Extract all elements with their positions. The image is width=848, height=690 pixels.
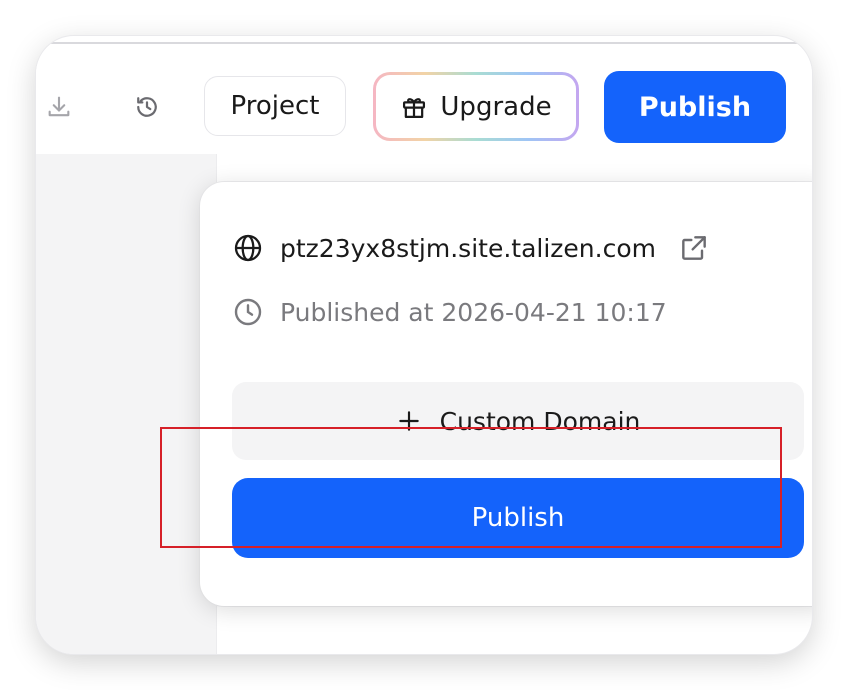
gift-icon <box>403 97 426 118</box>
download-button[interactable] <box>41 89 77 125</box>
site-url: ptz23yx8stjm.site.talizen.com <box>280 233 656 263</box>
clock-icon <box>234 298 262 326</box>
upgrade-button-label: Upgrade <box>440 91 552 122</box>
app-window: Project Upgrade Publish ptz23yx8stjm.sit… <box>36 36 812 654</box>
history-icon <box>137 97 157 117</box>
publish-top-button[interactable]: Publish <box>604 71 786 143</box>
upgrade-button-inner: Upgrade <box>376 75 576 138</box>
upgrade-button[interactable]: Upgrade <box>373 72 579 141</box>
globe-icon <box>234 234 262 262</box>
external-link-icon <box>682 236 706 260</box>
download-icon <box>48 96 70 117</box>
project-button-label: Project <box>230 91 320 121</box>
project-button[interactable]: Project <box>204 76 346 136</box>
published-time: Published at 2026-04-21 10:17 <box>280 297 667 327</box>
site-url-row: ptz23yx8stjm.site.talizen.com <box>232 232 710 264</box>
top-toolbar: Project Upgrade Publish <box>36 44 812 154</box>
publish-top-label: Publish <box>638 91 752 123</box>
left-panel <box>36 154 217 654</box>
highlight-box <box>160 427 782 548</box>
open-site-link[interactable] <box>678 232 710 264</box>
published-time-row: Published at 2026-04-21 10:17 <box>232 296 667 328</box>
history-button[interactable] <box>129 89 165 125</box>
